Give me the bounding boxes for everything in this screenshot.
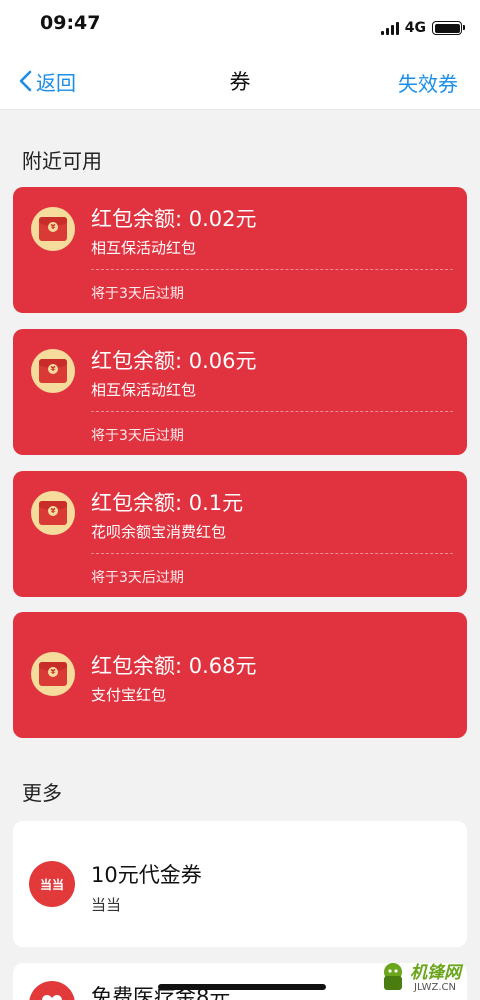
coupon-card[interactable]: ¥ 红包余额: 0.02元 相互保活动红包 将于3天后过期 (13, 187, 467, 313)
coupon-expire: 将于3天后过期 (91, 286, 184, 302)
coupon-amount: 红包余额: 0.1元 (91, 491, 244, 515)
coupon-amount: 红包余额: 0.68元 (91, 654, 257, 678)
coupon-divider (91, 269, 453, 270)
android-robot-icon (384, 963, 402, 990)
watermark-title: 机锋网 (410, 963, 461, 983)
voucher-title: 10元代金券 (91, 863, 202, 887)
coupon-divider (91, 553, 453, 554)
red-envelope-icon: ¥ (31, 207, 75, 251)
red-envelope-icon: ¥ (31, 652, 75, 696)
coupon-card[interactable]: ¥ 红包余额: 0.1元 花呗余额宝消费红包 将于3天后过期 (13, 471, 467, 597)
network-type: 4G (404, 20, 426, 36)
battery-icon (432, 21, 465, 35)
coupon-amount: 红包余额: 0.02元 (91, 207, 257, 231)
status-indicators: 4G (380, 18, 465, 38)
section-title-nearby: 附近可用 (22, 149, 102, 173)
coupon-card[interactable]: ¥ 红包余额: 0.06元 相互保活动红包 将于3天后过期 (13, 329, 467, 455)
expired-coupons-button[interactable]: 失效券 (398, 68, 458, 97)
nav-bar: 返回 券 失效券 (0, 50, 480, 110)
watermark: 机锋网 JLWZ.CN (378, 958, 474, 998)
home-indicator (158, 984, 326, 990)
red-envelope-icon: ¥ (31, 491, 75, 535)
coupon-amount: 红包余额: 0.06元 (91, 349, 257, 373)
voucher-card[interactable]: 当当 10元代金券 当当 (13, 821, 467, 947)
coupon-name: 花呗余额宝消费红包 (91, 523, 227, 541)
voucher-merchant: 当当 (91, 896, 122, 914)
coupon-name: 相互保活动红包 (91, 239, 197, 257)
coupon-card[interactable]: ¥ 红包余额: 0.68元 支付宝红包 (13, 612, 467, 738)
coupon-divider (91, 411, 453, 412)
status-bar: 09:47 4G (0, 0, 480, 50)
dangdang-logo-icon: 当当 (29, 861, 75, 907)
coupon-name: 支付宝红包 (91, 686, 167, 704)
coupon-expire: 将于3天后过期 (91, 570, 184, 586)
coupon-name: 相互保活动红包 (91, 381, 197, 399)
coupon-expire: 将于3天后过期 (91, 428, 184, 444)
status-time: 09:47 (40, 12, 101, 34)
watermark-url: JLWZ.CN (414, 982, 456, 993)
red-envelope-icon: ¥ (31, 349, 75, 393)
section-title-more: 更多 (22, 781, 62, 805)
signal-icon (380, 21, 399, 35)
heart-icon (29, 981, 75, 1000)
